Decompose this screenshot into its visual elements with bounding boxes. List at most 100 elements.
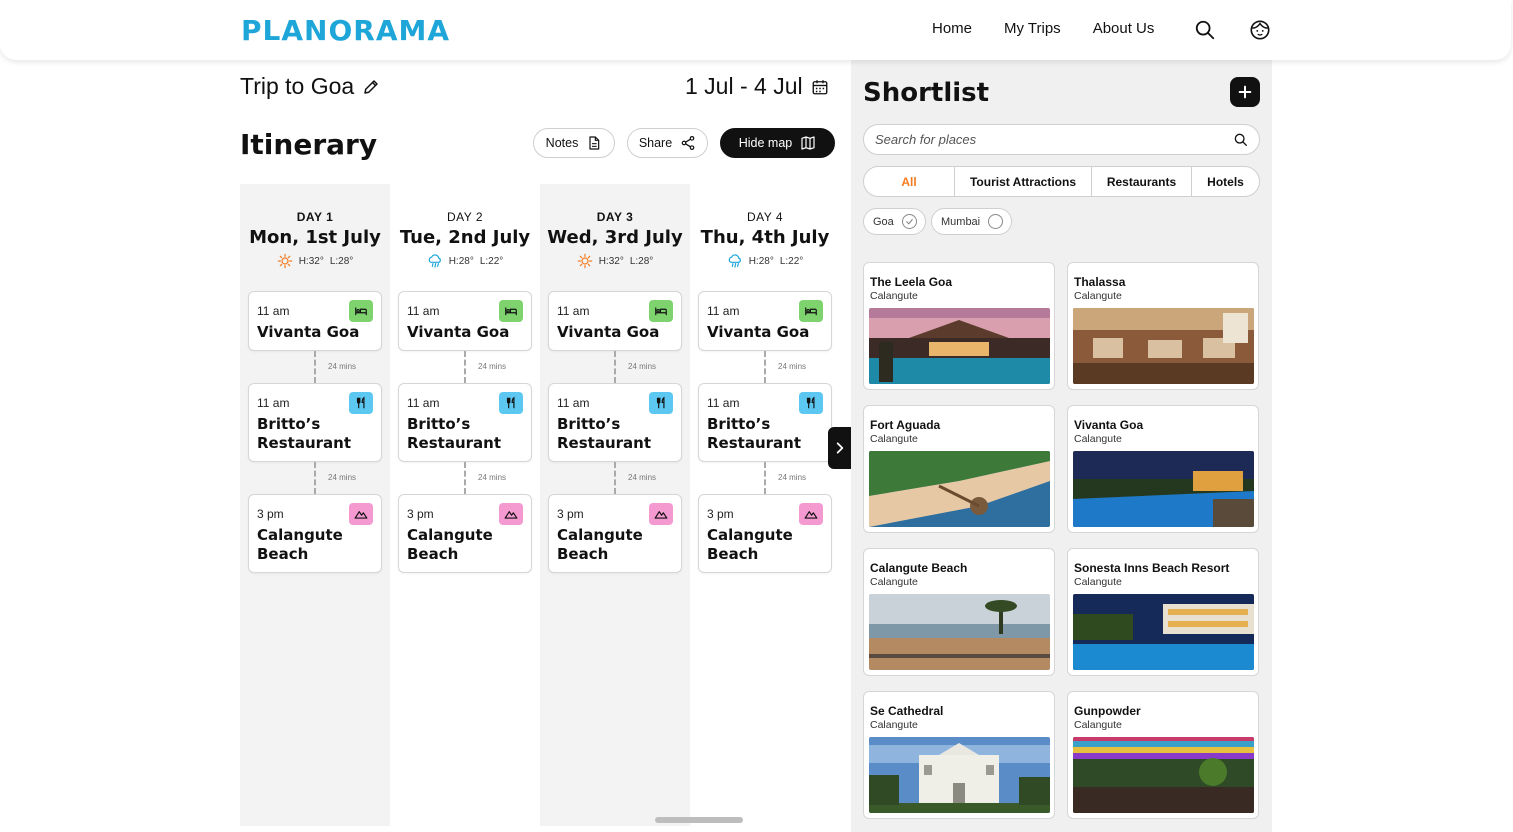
travel-connector xyxy=(764,351,766,383)
filter-chip-mumbai[interactable]: Mumbai xyxy=(931,208,1013,235)
trip-title: Trip to Goa xyxy=(240,73,380,100)
itinerary-item-card[interactable]: 3 pm Calangute Beach xyxy=(698,494,832,573)
mountain-icon xyxy=(499,503,523,525)
item-place: Calangute Beach xyxy=(707,526,793,563)
mountain-icon xyxy=(799,503,823,525)
search-icon[interactable] xyxy=(1194,19,1216,41)
itinerary-item-card[interactable]: 11 am Britto’s Restaurant xyxy=(698,383,832,462)
day-date: Mon, 1st July xyxy=(249,227,381,248)
place-photo xyxy=(1073,737,1254,813)
main-nav: Home My Trips About Us xyxy=(932,20,1154,37)
day-weather: H:28° L:22° xyxy=(390,253,540,269)
search-icon[interactable] xyxy=(1233,132,1249,148)
place-search-input[interactable] xyxy=(875,132,1233,147)
fork-knife-icon xyxy=(349,392,373,414)
item-place: Britto’s Restaurant xyxy=(407,415,501,452)
collapse-panel-button[interactable] xyxy=(828,427,851,469)
document-icon xyxy=(589,136,600,150)
day-label: DAY 2 xyxy=(446,210,484,224)
travel-time: 24 mins xyxy=(628,473,657,482)
hide-map-button[interactable]: Hide map xyxy=(720,128,835,158)
tab-all[interactable]: All xyxy=(864,167,955,196)
notes-button[interactable]: Notes xyxy=(533,128,615,158)
item-place: Vivanta Goa xyxy=(557,323,660,341)
tab-hotels[interactable]: Hotels xyxy=(1192,167,1259,196)
travel-time: 24 mins xyxy=(778,473,807,482)
itinerary-item-card[interactable]: 11 am Britto’s Restaurant xyxy=(548,383,682,462)
trip-date-range[interactable]: 1 Jul - 4 Jul xyxy=(685,73,829,100)
top-header: PLANORAMA Home My Trips About Us xyxy=(0,0,1511,60)
shortlist-panel: Shortlist All Tourist Attractions Restau… xyxy=(851,60,1272,832)
notes-button-label: Notes xyxy=(545,136,579,150)
day-weather: H:28° L:22° xyxy=(690,253,840,269)
itinerary-item-card[interactable]: 11 am Vivanta Goa xyxy=(698,291,832,351)
tab-tourist-attractions[interactable]: Tourist Attractions xyxy=(955,167,1092,196)
horizontal-scrollbar[interactable] xyxy=(655,817,743,823)
add-place-button[interactable] xyxy=(1230,77,1260,107)
day-weather: H:32° L:28° xyxy=(540,253,690,269)
chip-label: Goa xyxy=(873,215,894,228)
travel-connector xyxy=(314,351,316,383)
bed-icon xyxy=(799,300,823,322)
place-card[interactable]: Thalassa Calangute xyxy=(1067,262,1259,390)
day-date: Wed, 3rd July xyxy=(547,227,683,248)
itinerary-item-card[interactable]: 11 am Vivanta Goa xyxy=(398,291,532,351)
category-tabs: All Tourist Attractions Restaurants Hote… xyxy=(863,166,1260,197)
itinerary-item-card[interactable]: 11 am Britto’s Restaurant xyxy=(398,383,532,462)
place-card[interactable]: The Leela Goa Calangute xyxy=(863,262,1055,390)
check-circle-icon xyxy=(901,214,917,229)
nav-my-trips[interactable]: My Trips xyxy=(1004,20,1061,37)
place-photo xyxy=(869,737,1050,813)
place-card[interactable]: Fort Aguada Calangute xyxy=(863,405,1055,533)
day-column-1: DAY 1 Mon, 1st July H:32° L:28° 11 am Vi… xyxy=(240,184,390,826)
place-card[interactable]: Gunpowder Calangute xyxy=(1067,691,1259,819)
map-icon xyxy=(801,136,815,150)
itinerary-item-card[interactable]: 3 pm Calangute Beach xyxy=(548,494,682,573)
place-name: Se Cathedral xyxy=(870,704,944,718)
itinerary-heading: Itinerary xyxy=(240,128,378,161)
travel-connector xyxy=(314,462,316,494)
travel-time: 24 mins xyxy=(478,473,507,482)
rain-icon xyxy=(727,253,743,269)
place-location: Calangute xyxy=(870,576,918,588)
item-place: Calangute Beach xyxy=(557,526,643,563)
place-name: Gunpowder xyxy=(1074,704,1141,718)
itinerary-item-card[interactable]: 11 am Vivanta Goa xyxy=(548,291,682,351)
place-card[interactable]: Vivanta Goa Calangute xyxy=(1067,405,1259,533)
place-card[interactable]: Se Cathedral Calangute xyxy=(863,691,1055,819)
date-range-text: 1 Jul - 4 Jul xyxy=(685,73,803,99)
item-place: Britto’s Restaurant xyxy=(257,415,351,452)
day-date: Thu, 4th July xyxy=(700,227,830,248)
fork-knife-icon xyxy=(649,392,673,414)
share-button[interactable]: Share xyxy=(627,128,708,158)
user-avatar-icon[interactable] xyxy=(1249,19,1271,41)
calendar-icon[interactable] xyxy=(811,78,829,96)
edit-pencil-icon[interactable] xyxy=(362,78,380,96)
filter-chip-goa[interactable]: Goa xyxy=(863,208,926,235)
itinerary-item-card[interactable]: 3 pm Calangute Beach xyxy=(248,494,382,573)
itinerary-item-card[interactable]: 11 am Britto’s Restaurant xyxy=(248,383,382,462)
tab-restaurants[interactable]: Restaurants xyxy=(1092,167,1192,196)
itinerary-item-card[interactable]: 3 pm Calangute Beach xyxy=(398,494,532,573)
place-card[interactable]: Calangute Beach Calangute xyxy=(863,548,1055,676)
itinerary-item-card[interactable]: 11 am Vivanta Goa xyxy=(248,291,382,351)
planorama-logo[interactable]: PLANORAMA xyxy=(241,14,450,47)
share-button-label: Share xyxy=(638,136,673,150)
chevron-right-icon xyxy=(836,442,843,454)
travel-time: 24 mins xyxy=(478,362,507,371)
sun-icon xyxy=(277,253,293,269)
nav-home[interactable]: Home xyxy=(932,20,972,37)
travel-connector xyxy=(464,351,466,383)
nav-about-us[interactable]: About Us xyxy=(1093,20,1155,37)
place-card[interactable]: Sonesta Inns Beach Resort Calangute xyxy=(1067,548,1259,676)
place-photo xyxy=(869,451,1050,527)
weather-high: H:28° xyxy=(748,255,774,267)
day-header: DAY 3 Wed, 3rd July H:32° L:28° xyxy=(540,210,690,269)
empty-circle-icon xyxy=(988,214,1004,229)
travel-time: 24 mins xyxy=(628,362,657,371)
shortlist-heading: Shortlist xyxy=(863,78,990,108)
travel-connector xyxy=(614,351,616,383)
place-location: Calangute xyxy=(870,290,918,302)
item-place: Calangute Beach xyxy=(407,526,493,563)
hide-map-button-label: Hide map xyxy=(738,136,793,150)
